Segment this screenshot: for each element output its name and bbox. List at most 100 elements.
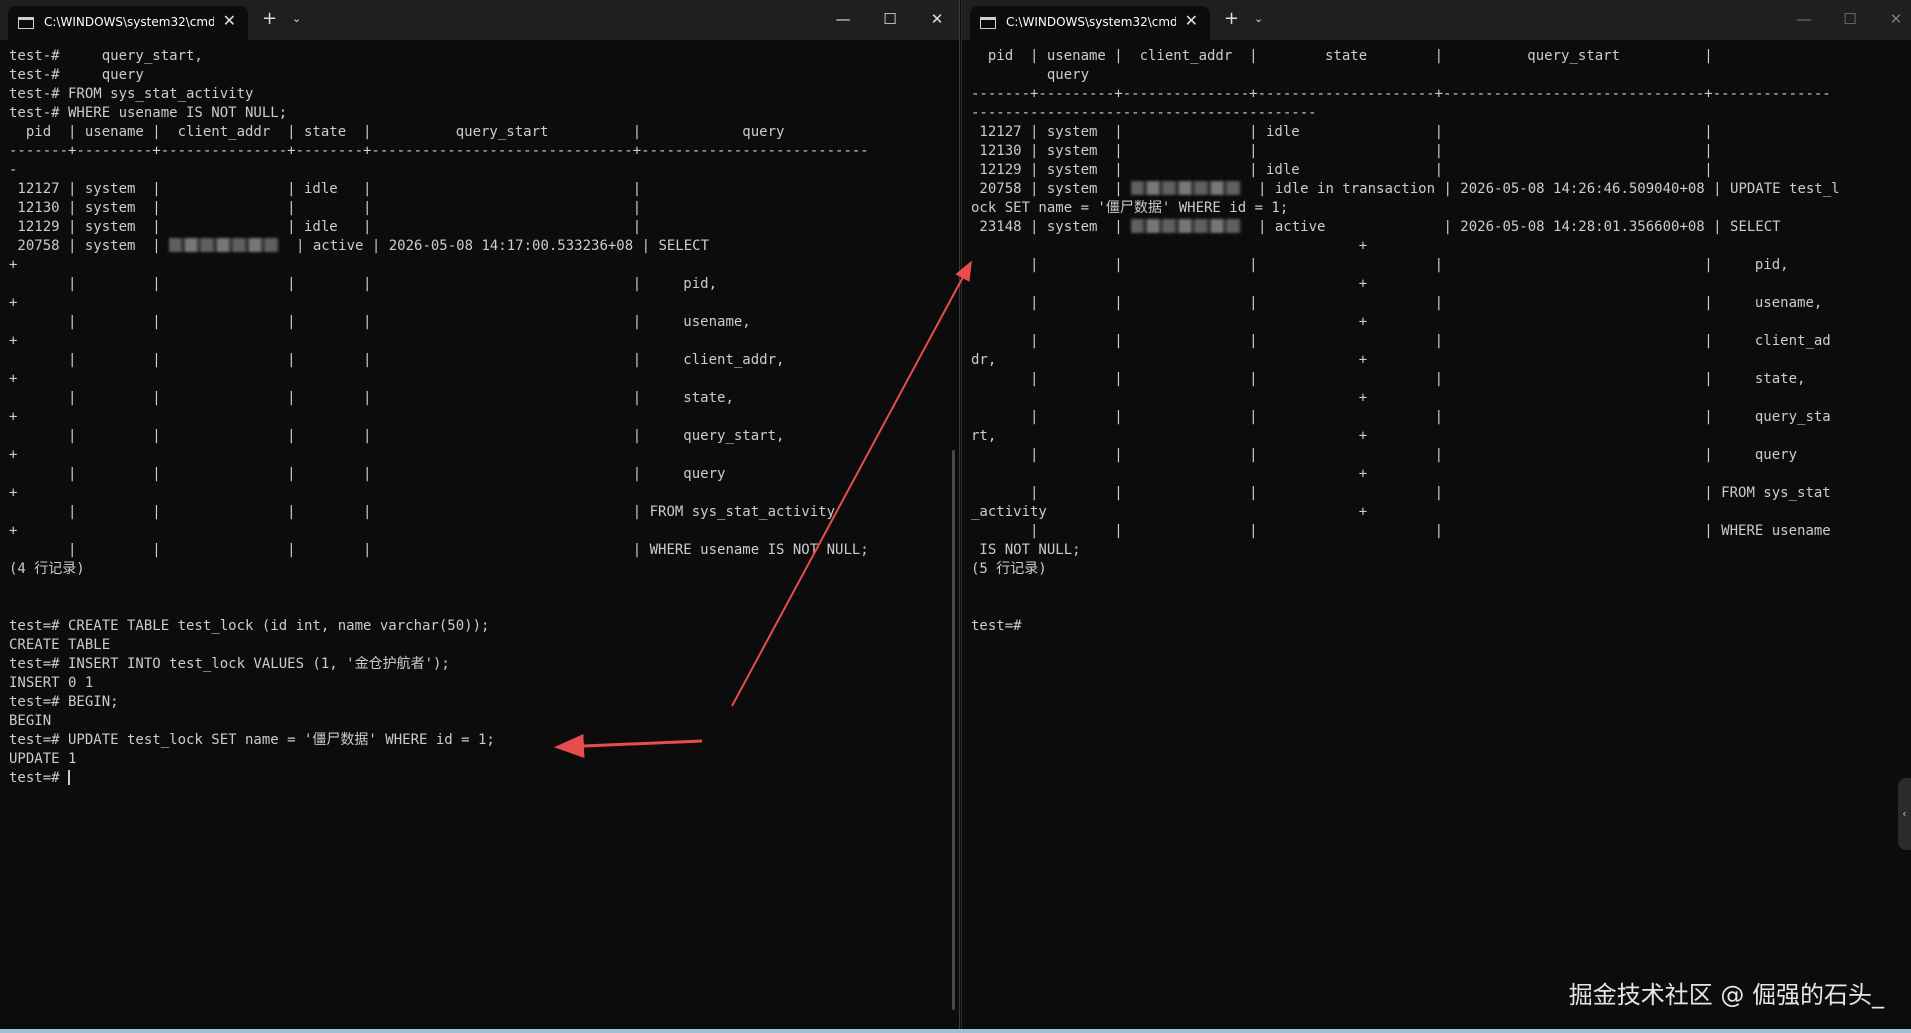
terminal-line: test-# FROM sys_stat_activity bbox=[9, 86, 254, 102]
maximize-button[interactable]: ☐ bbox=[1830, 6, 1870, 32]
terminal-line: + bbox=[9, 333, 18, 349]
left-terminal-window: C:\WINDOWS\system32\cmd.e ✕ + ⌄ — ☐ ✕ te… bbox=[0, 0, 960, 1033]
terminal-line: (4 行记录) bbox=[9, 561, 85, 577]
minimize-button[interactable]: — bbox=[823, 6, 863, 32]
bottom-edge bbox=[0, 1029, 1911, 1033]
terminal-line: + bbox=[971, 466, 1368, 482]
terminal-line: | | | | | usename, bbox=[9, 314, 751, 330]
text-cursor bbox=[68, 770, 71, 785]
terminal-line: test=# BEGIN; bbox=[9, 694, 119, 710]
terminal-line: | | | | | client_ad bbox=[971, 333, 1831, 349]
terminal-line: _activity + bbox=[971, 504, 1368, 520]
terminal-line: 12129 | system | | idle | | bbox=[9, 219, 642, 235]
right-tab[interactable]: C:\WINDOWS\system32\cmd.e ✕ bbox=[970, 6, 1210, 40]
close-button[interactable]: ✕ bbox=[917, 6, 957, 32]
terminal-line: -------+---------+---------------+------… bbox=[9, 143, 869, 159]
terminal-line: test=# INSERT INTO test_lock VALUES (1, … bbox=[9, 656, 450, 672]
terminal-line: rt, + bbox=[971, 428, 1368, 444]
right-terminal-window: C:\WINDOWS\system32\cmd.e ✕ + ⌄ — ☐ ✕ pi… bbox=[961, 0, 1911, 1033]
right-tab-title: C:\WINDOWS\system32\cmd.e bbox=[1006, 15, 1176, 29]
tab-dropdown-icon[interactable]: ⌄ bbox=[292, 9, 301, 29]
terminal-line: + bbox=[9, 257, 18, 273]
terminal-line: 12127 | system | | idle | | bbox=[9, 181, 642, 197]
terminal-line: + bbox=[9, 295, 18, 311]
terminal-line: | | | | | query bbox=[9, 466, 726, 482]
terminal-line: test=# UPDATE test_lock SET name = '僵尸数据… bbox=[9, 732, 495, 748]
terminal-line: dr, + bbox=[971, 352, 1368, 368]
terminal-line: + bbox=[9, 371, 18, 387]
terminal-line: test-# WHERE usename IS NOT NULL; bbox=[9, 105, 288, 121]
terminal-line: | | | | | state, bbox=[9, 390, 734, 406]
terminal-line: | | | | | query_start, bbox=[9, 428, 785, 444]
terminal-line: ock SET name = '僵尸数据' WHERE id = 1; bbox=[971, 200, 1289, 216]
redacted-address bbox=[169, 238, 280, 252]
terminal-line: | | | | | client_addr, bbox=[9, 352, 785, 368]
terminal-line: + bbox=[9, 409, 18, 425]
terminal-line: + bbox=[9, 485, 18, 501]
terminal-line: 23148 | system | | active | 2026-05-08 1… bbox=[971, 219, 1781, 235]
terminal-line: 12127 | system | | idle | | bbox=[971, 124, 1713, 140]
terminal-line: | | | | | pid, bbox=[9, 276, 718, 292]
terminal-line: (5 行记录) bbox=[971, 561, 1047, 577]
terminal-line: ----------------------------------------… bbox=[971, 105, 1317, 121]
terminal-line: UPDATE 1 bbox=[9, 751, 77, 767]
close-button[interactable]: ✕ bbox=[1876, 6, 1911, 32]
terminal-line: CREATE TABLE bbox=[9, 637, 111, 653]
terminal-line: | | | | | WHERE usename bbox=[971, 523, 1831, 539]
tab-close-icon[interactable]: ✕ bbox=[1185, 12, 1198, 30]
left-tab-title: C:\WINDOWS\system32\cmd.e bbox=[44, 15, 214, 29]
terminal-line: test-# query bbox=[9, 67, 144, 83]
terminal-line: | | | | | FROM sys_stat_activity bbox=[9, 504, 836, 520]
cmd-icon bbox=[18, 17, 34, 29]
terminal-line: 12130 | system | | | | bbox=[9, 200, 642, 216]
terminal-line: + bbox=[971, 238, 1368, 254]
terminal-line: + bbox=[971, 390, 1368, 406]
new-tab-button[interactable]: + bbox=[1224, 9, 1239, 29]
terminal-line: - bbox=[9, 162, 18, 178]
terminal-line: + bbox=[9, 523, 18, 539]
terminal-line: | | | | | pid, bbox=[971, 257, 1789, 273]
left-scrollbar[interactable] bbox=[952, 450, 955, 1010]
minimize-button[interactable]: — bbox=[1784, 6, 1824, 32]
terminal-line: | | | | | query_sta bbox=[971, 409, 1831, 425]
terminal-line: | | | | | state, bbox=[971, 371, 1806, 387]
tab-close-icon[interactable]: ✕ bbox=[223, 12, 236, 30]
terminal-line: test=# bbox=[9, 770, 71, 786]
terminal-line: 20758 | system | | active | 2026-05-08 1… bbox=[9, 238, 710, 254]
terminal-line: INSERT 0 1 bbox=[9, 675, 94, 691]
terminal-line: 12130 | system | | | | bbox=[971, 143, 1713, 159]
left-tab[interactable]: C:\WINDOWS\system32\cmd.e ✕ bbox=[8, 6, 248, 40]
terminal-line: pid | usename | client_addr | state | qu… bbox=[971, 48, 1713, 64]
terminal-line: + bbox=[971, 276, 1368, 292]
terminal-line: | | | | | usename, bbox=[971, 295, 1823, 311]
redacted-address bbox=[1131, 219, 1242, 233]
terminal-line: BEGIN bbox=[9, 713, 52, 729]
left-titlebar: C:\WINDOWS\system32\cmd.e ✕ + ⌄ — ☐ ✕ bbox=[0, 0, 959, 40]
tab-dropdown-icon[interactable]: ⌄ bbox=[1254, 9, 1263, 29]
terminal-line: + bbox=[9, 447, 18, 463]
terminal-line: test-# query_start, bbox=[9, 48, 203, 64]
terminal-line: pid | usename | client_addr | state | qu… bbox=[9, 124, 785, 140]
terminal-line: test=# bbox=[971, 618, 1022, 634]
side-panel-handle[interactable]: ‹ bbox=[1898, 778, 1911, 850]
watermark: 掘金技术社区 @ 倔强的石头_ bbox=[1568, 981, 1884, 1009]
new-tab-button[interactable]: + bbox=[262, 9, 277, 29]
terminal-line: | | | | | FROM sys_stat bbox=[971, 485, 1831, 501]
redacted-address bbox=[1131, 181, 1242, 195]
terminal-line: | | | | | query bbox=[971, 447, 1798, 463]
cmd-icon bbox=[980, 17, 996, 29]
terminal-line: -------+---------+---------------+------… bbox=[971, 86, 1831, 102]
terminal-line: query bbox=[971, 67, 1090, 83]
terminal-line: test=# CREATE TABLE test_lock (id int, n… bbox=[9, 618, 490, 634]
terminal-line: 12129 | system | | idle | | bbox=[971, 162, 1713, 178]
right-terminal-output[interactable]: pid | usename | client_addr | state | qu… bbox=[971, 47, 1840, 636]
terminal-line: | | | | | WHERE usename IS NOT NULL; bbox=[9, 542, 869, 558]
maximize-button[interactable]: ☐ bbox=[870, 6, 910, 32]
terminal-line: + bbox=[971, 314, 1368, 330]
terminal-line: 20758 | system | | idle in transaction |… bbox=[971, 181, 1840, 197]
left-terminal-output[interactable]: test-# query_start, test-# query test-# FR… bbox=[9, 47, 869, 788]
